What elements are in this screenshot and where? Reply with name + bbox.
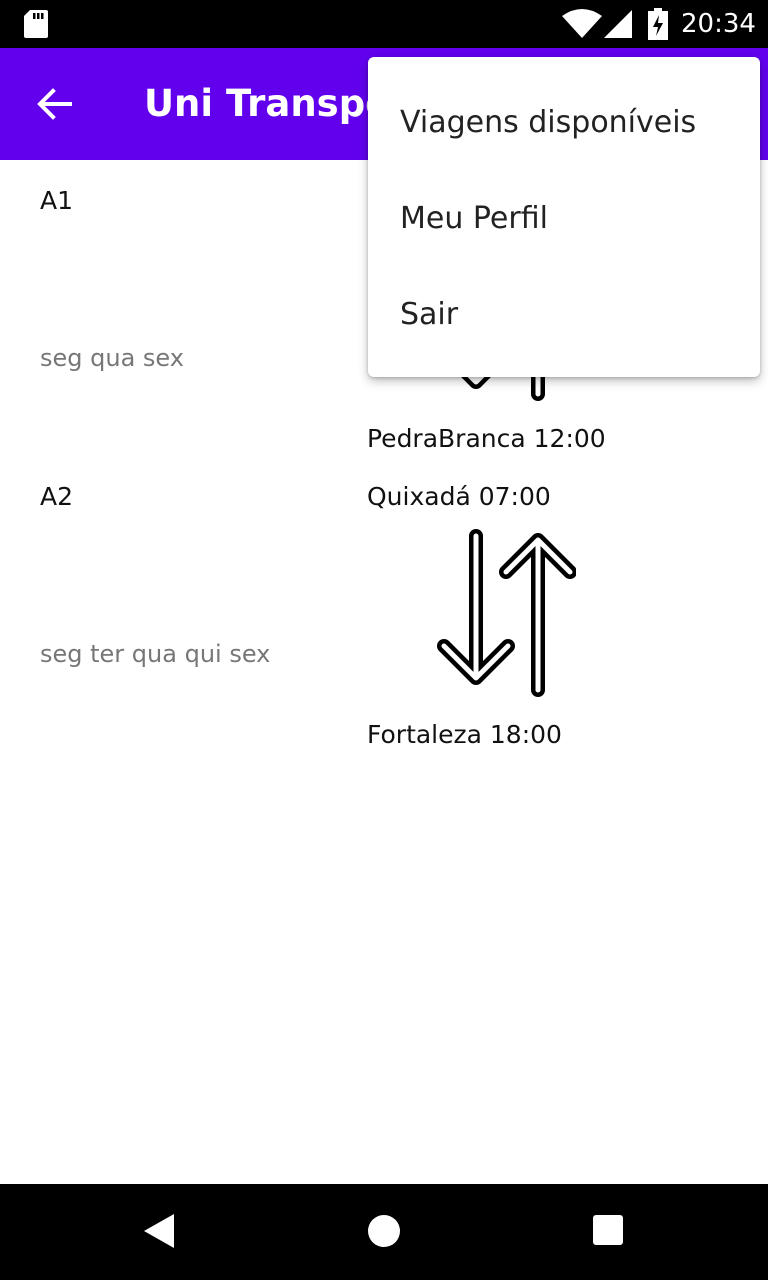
trip-days: seg qua sex bbox=[40, 344, 184, 372]
trip-destination: PedraBranca 12:00 bbox=[367, 424, 606, 453]
overflow-menu: Viagens disponíveis Meu Perfil Sair bbox=[368, 57, 760, 377]
trip-code: A2 bbox=[40, 482, 74, 511]
trip-row[interactable]: A2 seg ter qua qui sex Quixadá 07:00 For… bbox=[0, 478, 768, 778]
home-circle-icon[interactable] bbox=[367, 1214, 401, 1252]
status-time: 20:34 bbox=[681, 9, 756, 39]
menu-item-viagens[interactable]: Viagens disponíveis bbox=[368, 83, 760, 179]
arrow-back-icon[interactable] bbox=[36, 86, 72, 126]
menu-item-perfil[interactable]: Meu Perfil bbox=[368, 179, 760, 275]
swap-arrows-icon bbox=[436, 528, 577, 702]
menu-item-sair[interactable]: Sair bbox=[368, 275, 760, 371]
app-title: Uni Transpo bbox=[144, 82, 391, 125]
trip-days: seg ter qua qui sex bbox=[40, 640, 271, 668]
trip-code: A1 bbox=[40, 186, 74, 215]
navigation-bar bbox=[0, 1184, 768, 1280]
status-bar: 20:34 bbox=[0, 0, 768, 48]
screen: 20:34 Uni Transpo A1 seg qua sex PedraBr… bbox=[0, 0, 768, 1280]
signal-icon bbox=[604, 10, 632, 42]
trip-destination: Fortaleza 18:00 bbox=[367, 720, 562, 749]
battery-charging-icon bbox=[648, 8, 668, 44]
sd-card-icon bbox=[24, 10, 48, 42]
wifi-icon bbox=[562, 8, 602, 42]
recents-square-icon[interactable] bbox=[592, 1214, 624, 1250]
back-triangle-icon[interactable] bbox=[144, 1214, 176, 1252]
trip-origin: Quixadá 07:00 bbox=[367, 482, 551, 511]
